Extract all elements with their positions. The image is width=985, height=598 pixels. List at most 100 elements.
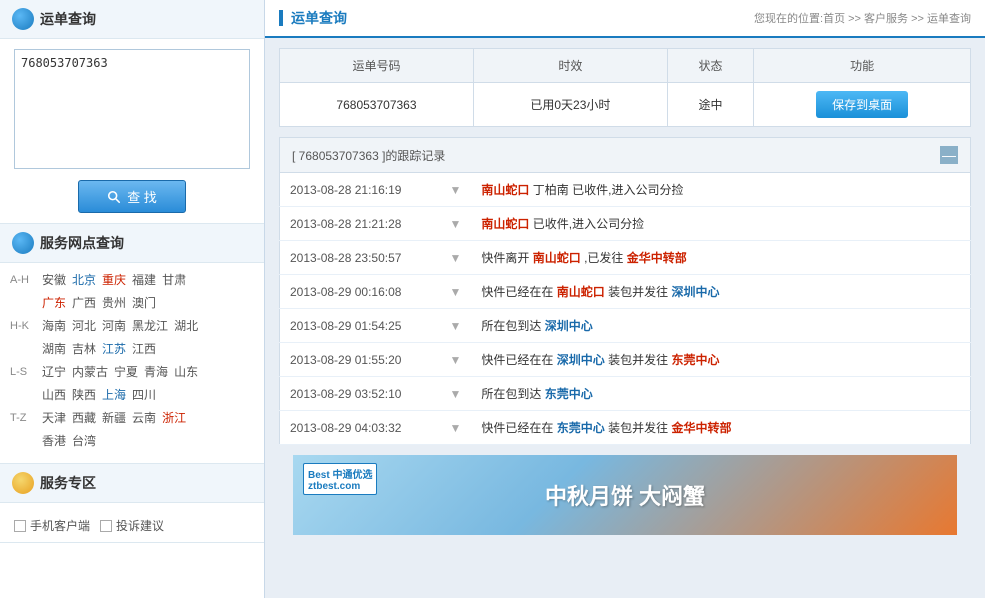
cell-timeliness: 已用0天23小时 [473, 83, 667, 127]
main-content: 运单查询 您现在的位置:首页 >> 客户服务 >> 运单查询 运单号码 时效 状… [265, 0, 985, 598]
province-hainan[interactable]: 海南 [42, 317, 66, 334]
loc-dongguan-7: 东莞中心 [545, 387, 593, 401]
cell-function: 保存到桌面 [754, 83, 971, 127]
track-row-7: 2013-08-29 03:52:10 ▼ 所在包到达 东莞中心 [280, 377, 971, 411]
service-item-complaint[interactable]: 投诉建议 [100, 517, 164, 534]
collapse-button[interactable]: — [940, 146, 958, 164]
province-aomen[interactable]: 澳门 [132, 294, 156, 311]
track-time-8: 2013-08-29 04:03:32 [280, 411, 440, 445]
province-guangdong[interactable]: 广东 [42, 294, 66, 311]
save-button[interactable]: 保存到桌面 [816, 91, 908, 118]
page-title: 运单查询 [291, 8, 347, 28]
track-row-1: 2013-08-28 21:16:19 ▼ 南山蛇口 丁柏南 已收件,进入公司分… [280, 173, 971, 207]
track-arrow-7: ▼ [440, 377, 472, 411]
tracking-textarea[interactable]: 768053707363 [14, 49, 250, 169]
province-neimenggu[interactable]: 内蒙古 [72, 363, 108, 380]
province-hongkong[interactable]: 香港 [42, 432, 66, 449]
track-arrow-3: ▼ [440, 241, 472, 275]
province-xizang[interactable]: 西藏 [72, 409, 96, 426]
province-shaanxi[interactable]: 陕西 [72, 386, 96, 403]
loc-dongguan-6: 东莞中心 [671, 353, 719, 367]
province-henan[interactable]: 河南 [102, 317, 126, 334]
province-chongqing[interactable]: 重庆 [102, 271, 126, 288]
tracking-section: 运单查询 768053707363 查 找 [0, 0, 264, 224]
track-records-title: [ 768053707363 ]的跟踪记录 [292, 147, 445, 164]
province-list-hk: 海南 河北 河南 黑龙江 湖北 [42, 317, 198, 334]
province-gansu[interactable]: 甘肃 [162, 271, 186, 288]
province-taiwan[interactable]: 台湾 [72, 432, 96, 449]
search-icon [107, 190, 121, 204]
track-row-4: 2013-08-29 00:16:08 ▼ 快件已经在在 南山蛇口 装包并发往 … [280, 275, 971, 309]
province-sichuan[interactable]: 四川 [132, 386, 156, 403]
province-anhui[interactable]: 安徽 [42, 271, 66, 288]
province-guangxi[interactable]: 广西 [72, 294, 96, 311]
province-shanxi[interactable]: 山西 [42, 386, 66, 403]
track-info-8: 快件已经在在 东莞中心 装包并发往 金华中转部 [471, 411, 970, 445]
province-list-shanxi: 山西 陕西 上海 四川 [42, 386, 156, 403]
province-heilongjiang[interactable]: 黑龙江 [132, 317, 168, 334]
track-time-6: 2013-08-29 01:55:20 [280, 343, 440, 377]
track-info-4: 快件已经在在 南山蛇口 装包并发往 深圳中心 [471, 275, 970, 309]
province-list-ah: 安徽 北京 重庆 福建 甘肃 [42, 271, 186, 288]
alpha-row-shanxi: 山西 陕西 上海 四川 [10, 386, 254, 403]
province-shandong[interactable]: 山东 [174, 363, 198, 380]
province-liaoning[interactable]: 辽宁 [42, 363, 66, 380]
alpha-label-hk: H-K [10, 320, 38, 332]
province-guizhou[interactable]: 贵州 [102, 294, 126, 311]
province-xinjiang[interactable]: 新疆 [102, 409, 126, 426]
sidebar: 运单查询 768053707363 查 找 服务网点查询 [0, 0, 265, 598]
loc-nanshan-2: 南山蛇口 [481, 217, 529, 231]
track-info-5: 所在包到达 深圳中心 [471, 309, 970, 343]
alpha-label-ls: L-S [10, 366, 38, 378]
mobile-checkbox[interactable] [14, 520, 26, 532]
loc-shenzhen-5: 深圳中心 [545, 319, 593, 333]
province-hunan[interactable]: 湖南 [42, 340, 66, 357]
track-arrow-4: ▼ [440, 275, 472, 309]
table-header-row: 运单号码 时效 状态 功能 [280, 49, 971, 83]
content-area: 运单号码 时效 状态 功能 768053707363 已用0天23小时 途中 保… [265, 38, 985, 598]
province-tianjin[interactable]: 天津 [42, 409, 66, 426]
track-info-2: 南山蛇口 已收件,进入公司分捡 [471, 207, 970, 241]
track-info-6: 快件已经在在 深圳中心 装包并发往 东莞中心 [471, 343, 970, 377]
province-fujian[interactable]: 福建 [132, 271, 156, 288]
province-ningxia[interactable]: 宁夏 [114, 363, 138, 380]
track-time-7: 2013-08-29 03:52:10 [280, 377, 440, 411]
service-section-title: 服务专区 [0, 464, 264, 503]
track-arrow-2: ▼ [440, 207, 472, 241]
info-pre-8: 快件已经在在 [481, 421, 556, 435]
complaint-checkbox[interactable] [100, 520, 112, 532]
loc-shenzhen-6: 深圳中心 [557, 353, 605, 367]
network-section: 服务网点查询 A-H 安徽 北京 重庆 福建 甘肃 [0, 224, 264, 464]
col-function: 功能 [754, 49, 971, 83]
province-shanghai[interactable]: 上海 [102, 386, 126, 403]
province-beijing[interactable]: 北京 [72, 271, 96, 288]
search-button-label: 查 找 [127, 187, 157, 206]
search-button[interactable]: 查 找 [78, 180, 186, 213]
service-item-mobile[interactable]: 手机客户端 [14, 517, 90, 534]
track-row-2: 2013-08-28 21:21:28 ▼ 南山蛇口 已收件,进入公司分捡 [280, 207, 971, 241]
alpha-row-ls: L-S 辽宁 内蒙古 宁夏 青海 山东 [10, 363, 254, 380]
province-qinghai[interactable]: 青海 [144, 363, 168, 380]
province-zhejiang[interactable]: 浙江 [162, 409, 186, 426]
banner-text: 中秋月饼 大闷蟹 [545, 479, 705, 511]
service-area: 手机客户端 投诉建议 [0, 503, 264, 542]
info-suffix-1: 已收件,进入公司分捡 [572, 183, 683, 197]
cell-number: 768053707363 [280, 83, 474, 127]
result-table: 运单号码 时效 状态 功能 768053707363 已用0天23小时 途中 保… [279, 48, 971, 127]
province-jiangsu[interactable]: 江苏 [102, 340, 126, 357]
network-globe-icon [12, 232, 34, 254]
track-arrow-8: ▼ [440, 411, 472, 445]
province-jilin[interactable]: 吉林 [72, 340, 96, 357]
network-section-title: 服务网点查询 [0, 224, 264, 263]
province-hubei[interactable]: 湖北 [174, 317, 198, 334]
alpha-row-hk: H-K 海南 河北 河南 黑龙江 湖北 [10, 317, 254, 334]
info-pre-4: 快件已经在在 [481, 285, 556, 299]
province-jiangxi[interactable]: 江西 [132, 340, 156, 357]
loc-nanshan-3: 南山蛇口 [533, 251, 581, 265]
track-arrow-5: ▼ [440, 309, 472, 343]
person-dingbainan: 丁柏南 [533, 183, 569, 197]
province-yunnan[interactable]: 云南 [132, 409, 156, 426]
track-arrow-6: ▼ [440, 343, 472, 377]
province-hebei[interactable]: 河北 [72, 317, 96, 334]
breadcrumb: 您现在的位置:首页 >> 客户服务 >> 运单查询 [754, 10, 971, 26]
